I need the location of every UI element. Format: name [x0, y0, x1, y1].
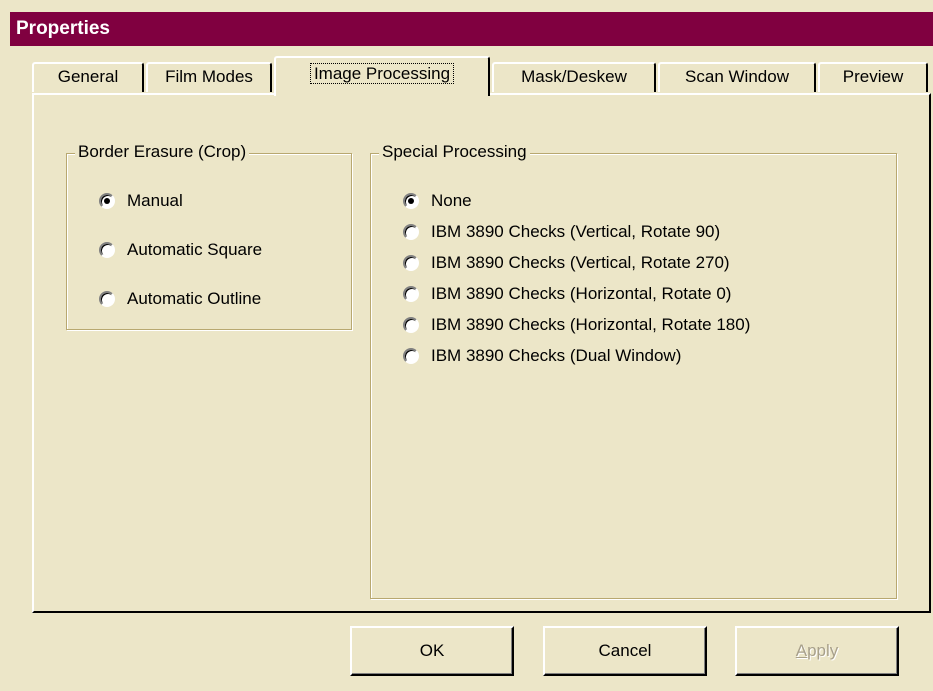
radio-button-icon	[403, 224, 419, 240]
tab-general[interactable]: General	[32, 62, 144, 92]
radio-button-icon	[99, 242, 115, 258]
tab-image-processing[interactable]: Image Processing	[274, 56, 490, 96]
cancel-button[interactable]: Cancel	[543, 626, 707, 676]
apply-button-label: pply	[807, 641, 839, 660]
tab-panel-image-processing: Border Erasure (Crop) Manual Automatic S…	[32, 93, 931, 613]
radio-label: Manual	[127, 191, 183, 210]
radio-label: Automatic Outline	[127, 289, 262, 308]
tab-label: Film Modes	[165, 67, 253, 86]
radio-button-icon	[99, 291, 115, 307]
radio-label: IBM 3890 Checks (Vertical, Rotate 270)	[431, 253, 730, 272]
tab-scan-window[interactable]: Scan Window	[658, 62, 816, 92]
radio-automatic-outline[interactable]: Automatic Outline	[99, 286, 261, 312]
radio-button-icon	[403, 193, 419, 209]
tab-label: General	[57, 67, 119, 86]
radio-button-icon	[403, 348, 419, 364]
radio-dual-window[interactable]: IBM 3890 Checks (Dual Window)	[403, 343, 681, 369]
tab-strip: General Film Modes Image Processing Mask…	[0, 0, 933, 100]
radio-label: IBM 3890 Checks (Horizontal, Rotate 180)	[431, 315, 751, 334]
radio-button-icon	[403, 317, 419, 333]
ok-button-label: OK	[419, 641, 445, 660]
radio-none[interactable]: None	[403, 188, 472, 214]
radio-label: None	[431, 191, 472, 210]
radio-button-icon	[403, 255, 419, 271]
tab-label: Mask/Deskew	[521, 67, 627, 86]
ok-button[interactable]: OK	[350, 626, 514, 676]
tab-mask-deskew[interactable]: Mask/Deskew	[492, 62, 656, 92]
border-erasure-group: Border Erasure (Crop) Manual Automatic S…	[66, 142, 352, 330]
radio-label: IBM 3890 Checks (Horizontal, Rotate 0)	[431, 284, 732, 303]
cancel-button-label: Cancel	[598, 641, 652, 660]
radio-button-icon	[99, 193, 115, 209]
special-processing-group: Special Processing None IBM 3890 Checks …	[370, 142, 897, 599]
radio-horizontal-rotate-180[interactable]: IBM 3890 Checks (Horizontal, Rotate 180)	[403, 312, 750, 338]
tab-label: Scan Window	[685, 67, 789, 86]
radio-button-icon	[403, 286, 419, 302]
tab-label: Preview	[842, 67, 904, 86]
radio-label: Automatic Square	[127, 240, 263, 259]
tab-preview[interactable]: Preview	[818, 62, 928, 92]
radio-vertical-rotate-270[interactable]: IBM 3890 Checks (Vertical, Rotate 270)	[403, 250, 730, 276]
radio-manual[interactable]: Manual	[99, 188, 183, 214]
radio-automatic-square[interactable]: Automatic Square	[99, 237, 262, 263]
radio-label: IBM 3890 Checks (Vertical, Rotate 90)	[431, 222, 721, 241]
apply-button[interactable]: Apply	[735, 626, 899, 676]
radio-label: IBM 3890 Checks (Dual Window)	[431, 346, 682, 365]
special-processing-title: Special Processing	[379, 142, 530, 162]
tab-film-modes[interactable]: Film Modes	[146, 62, 272, 92]
radio-horizontal-rotate-0[interactable]: IBM 3890 Checks (Horizontal, Rotate 0)	[403, 281, 731, 307]
radio-vertical-rotate-90[interactable]: IBM 3890 Checks (Vertical, Rotate 90)	[403, 219, 720, 245]
border-erasure-title: Border Erasure (Crop)	[75, 142, 250, 162]
apply-mnemonic: A	[795, 641, 808, 660]
tab-label: Image Processing	[309, 63, 455, 84]
